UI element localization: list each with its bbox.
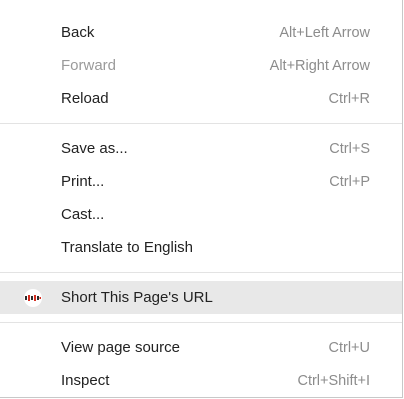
- menu-item-shortcut: Alt+Right Arrow: [269, 57, 370, 74]
- menu-separator: [0, 322, 402, 323]
- menu-item-label: Print...: [61, 173, 105, 190]
- menu-item-label: Cast...: [61, 206, 105, 223]
- menu-item-label: View page source: [61, 339, 180, 356]
- menu-item-translate[interactable]: Translate to English: [0, 231, 402, 264]
- menu-item-view-source[interactable]: View page source Ctrl+U: [0, 331, 402, 364]
- menu-item-cast[interactable]: Cast...: [0, 198, 402, 231]
- menu-item-inspect[interactable]: Inspect Ctrl+Shift+I: [0, 364, 402, 397]
- menu-item-short-url[interactable]: Short This Page's URL: [0, 281, 402, 314]
- link-shortener-extension-icon: [24, 288, 42, 307]
- menu-item-back[interactable]: Back Alt+Left Arrow: [0, 16, 402, 49]
- menu-item-label: Back: [61, 24, 95, 41]
- menu-item-label: Translate to English: [61, 239, 194, 256]
- menu-item-label: Reload: [61, 90, 109, 107]
- menu-item-label: Forward: [61, 57, 117, 74]
- menu-item-label: Short This Page's URL: [61, 289, 213, 306]
- menu-item-shortcut: Ctrl+R: [328, 90, 371, 107]
- menu-item-label: Inspect: [61, 372, 110, 389]
- menu-item-shortcut: Ctrl+U: [328, 339, 371, 356]
- menu-item-shortcut: Alt+Left Arrow: [279, 24, 370, 41]
- menu-item-shortcut: Ctrl+Shift+I: [297, 372, 370, 389]
- menu-item-forward[interactable]: Forward Alt+Right Arrow: [0, 49, 402, 82]
- menu-separator: [0, 272, 402, 273]
- menu-separator: [0, 123, 402, 124]
- menu-item-save-as[interactable]: Save as... Ctrl+S: [0, 132, 402, 165]
- menu-item-print[interactable]: Print... Ctrl+P: [0, 165, 402, 198]
- menu-item-shortcut: Ctrl+P: [329, 173, 370, 190]
- menu-item-shortcut: Ctrl+S: [329, 140, 370, 157]
- context-menu: Back Alt+Left Arrow Forward Alt+Right Ar…: [0, 0, 403, 398]
- menu-item-label: Save as...: [61, 140, 128, 157]
- menu-item-reload[interactable]: Reload Ctrl+R: [0, 82, 402, 115]
